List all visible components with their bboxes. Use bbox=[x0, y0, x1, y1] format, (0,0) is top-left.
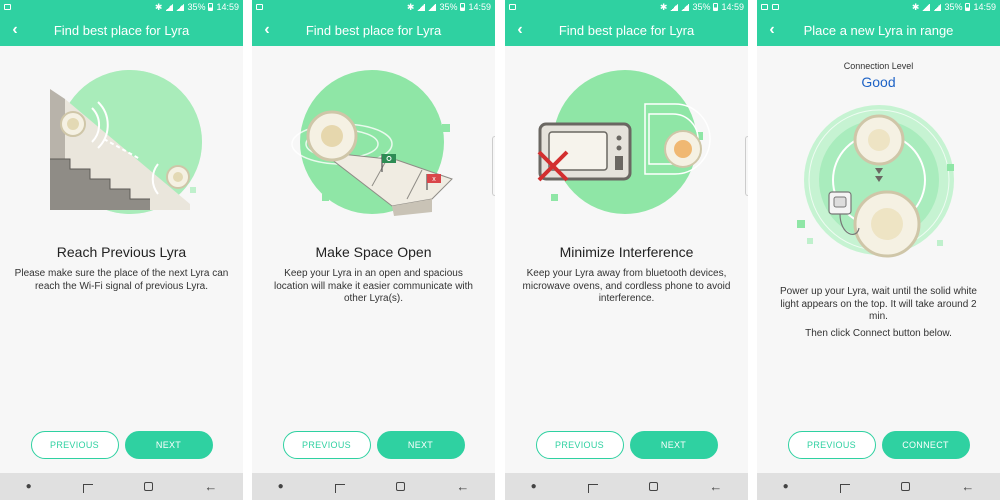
previous-button[interactable]: PREVIOUS bbox=[30, 431, 119, 459]
system-nav-bar: ● ← bbox=[505, 473, 748, 500]
bluetooth-icon: ✱ bbox=[659, 1, 668, 12]
step-heading: Make Space Open bbox=[315, 244, 432, 260]
gallery-notification-icon bbox=[509, 4, 516, 10]
recent-apps-icon[interactable] bbox=[334, 484, 345, 493]
cell-signal-icon bbox=[933, 3, 942, 11]
bluetooth-icon: ✱ bbox=[154, 1, 163, 12]
page-title: Find best place for Lyra bbox=[558, 22, 695, 38]
page-title: Place a new Lyra in range bbox=[803, 22, 954, 38]
status-bar: ✱ 35% 14:59 bbox=[0, 0, 243, 14]
edge-panel-handle[interactable] bbox=[745, 136, 748, 196]
back-arrow-icon[interactable]: ‹ bbox=[757, 14, 787, 46]
bluetooth-icon: ✱ bbox=[911, 1, 920, 12]
system-back-icon[interactable]: ← bbox=[961, 479, 974, 494]
nav-dot-icon: ● bbox=[25, 481, 32, 492]
battery-percent: 35% bbox=[944, 2, 963, 12]
screen-place-new-lyra: ✱ 35% 14:59 ‹ Place a new Lyra in range … bbox=[757, 0, 1000, 500]
screen-minimize-interference: ✱ 35% 14:59 ‹ Find best place for Lyra M… bbox=[505, 0, 748, 500]
wifi-signal-icon bbox=[922, 3, 931, 11]
svg-text:x: x bbox=[432, 176, 436, 183]
connection-level-value: Good bbox=[861, 74, 896, 90]
battery-icon bbox=[460, 3, 466, 11]
recent-apps-icon[interactable] bbox=[82, 484, 93, 493]
cell-signal-icon bbox=[681, 3, 690, 11]
app-bar: ‹ Find best place for Lyra bbox=[505, 14, 748, 46]
wifi-signal-icon bbox=[670, 3, 679, 11]
step-description: Keep your Lyra in an open and spacious l… bbox=[274, 268, 473, 304]
home-icon[interactable] bbox=[144, 482, 154, 491]
message-notification-icon bbox=[772, 4, 779, 10]
nav-dot-icon: ● bbox=[530, 481, 537, 492]
clock: 14:59 bbox=[721, 2, 744, 12]
wifi-signal-icon bbox=[165, 3, 174, 11]
gallery-notification-icon bbox=[761, 4, 768, 10]
system-nav-bar: ● ← bbox=[252, 473, 495, 500]
system-back-icon[interactable]: ← bbox=[204, 479, 217, 494]
step-heading: Minimize Interference bbox=[559, 244, 694, 260]
gallery-notification-icon bbox=[256, 4, 263, 10]
next-button[interactable]: NEXT bbox=[629, 431, 718, 459]
app-bar: ‹ Place a new Lyra in range bbox=[757, 14, 1000, 46]
clock: 14:59 bbox=[973, 2, 996, 12]
app-bar: ‹ Find best place for Lyra bbox=[252, 14, 495, 46]
gallery-notification-icon bbox=[4, 4, 11, 10]
back-arrow-icon[interactable]: ‹ bbox=[252, 14, 282, 46]
reach-previous-lyra-illustration bbox=[50, 70, 202, 214]
system-nav-bar: ● ← bbox=[757, 473, 1000, 500]
step-instruction: Then click Connect button below. bbox=[805, 328, 952, 339]
home-icon[interactable] bbox=[901, 482, 911, 491]
nav-dot-icon: ● bbox=[277, 481, 284, 492]
next-button[interactable]: NEXT bbox=[376, 431, 465, 459]
status-bar: ✱ 35% 14:59 bbox=[757, 0, 1000, 14]
wifi-signal-icon bbox=[417, 3, 426, 11]
step-description: Keep your Lyra away from bluetooth devic… bbox=[522, 268, 731, 304]
step-description: Power up your Lyra, wait until the solid… bbox=[780, 286, 977, 322]
step-description: Please make sure the place of the next L… bbox=[14, 268, 229, 292]
cell-signal-icon bbox=[428, 3, 437, 11]
back-arrow-icon[interactable]: ‹ bbox=[505, 14, 535, 46]
connect-button[interactable]: CONNECT bbox=[881, 431, 970, 459]
recent-apps-icon[interactable] bbox=[587, 484, 598, 493]
battery-percent: 35% bbox=[187, 2, 206, 12]
cell-signal-icon bbox=[176, 3, 185, 11]
battery-icon bbox=[208, 3, 214, 11]
minimize-interference-illustration bbox=[537, 70, 711, 214]
home-icon[interactable] bbox=[396, 482, 406, 491]
page-title: Find best place for Lyra bbox=[53, 22, 190, 38]
battery-percent: 35% bbox=[439, 2, 458, 12]
step-heading: Reach Previous Lyra bbox=[56, 244, 187, 260]
battery-percent: 35% bbox=[692, 2, 711, 12]
bluetooth-icon: ✱ bbox=[406, 1, 415, 12]
app-bar: ‹ Find best place for Lyra bbox=[0, 14, 243, 46]
system-back-icon[interactable]: ← bbox=[709, 479, 722, 494]
screen-reach-previous-lyra: ✱ 35% 14:59 ‹ Find best place for Lyra R… bbox=[0, 0, 243, 500]
home-icon[interactable] bbox=[649, 482, 659, 491]
status-bar: ✱ 35% 14:59 bbox=[252, 0, 495, 14]
clock: 14:59 bbox=[216, 2, 239, 12]
edge-panel-handle[interactable] bbox=[492, 136, 495, 196]
nav-dot-icon: ● bbox=[782, 481, 789, 492]
place-new-lyra-illustration bbox=[797, 105, 954, 258]
make-space-open-illustration: x bbox=[291, 70, 453, 216]
previous-button[interactable]: PREVIOUS bbox=[787, 431, 876, 459]
connection-level-label: Connection Level bbox=[843, 61, 914, 71]
system-nav-bar: ● ← bbox=[0, 473, 243, 500]
battery-icon bbox=[965, 3, 971, 11]
next-button[interactable]: NEXT bbox=[124, 431, 213, 459]
clock: 14:59 bbox=[468, 2, 491, 12]
back-arrow-icon[interactable]: ‹ bbox=[0, 14, 30, 46]
page-title: Find best place for Lyra bbox=[305, 22, 442, 38]
system-back-icon[interactable]: ← bbox=[456, 479, 469, 494]
previous-button[interactable]: PREVIOUS bbox=[282, 431, 371, 459]
status-bar: ✱ 35% 14:59 bbox=[505, 0, 748, 14]
recent-apps-icon[interactable] bbox=[839, 484, 850, 493]
screen-make-space-open: ✱ 35% 14:59 ‹ Find best place for Lyra x… bbox=[252, 0, 495, 500]
battery-icon bbox=[713, 3, 719, 11]
previous-button[interactable]: PREVIOUS bbox=[535, 431, 624, 459]
